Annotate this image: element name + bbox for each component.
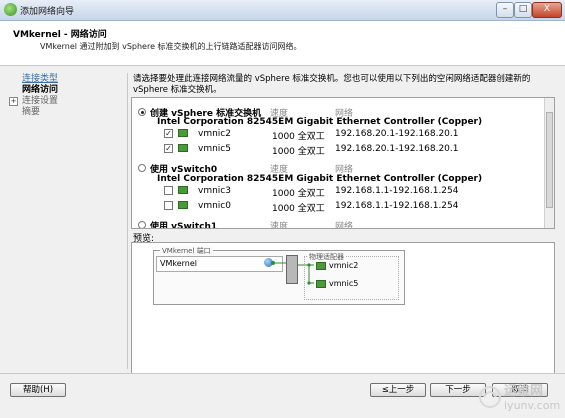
nic-name: vmnic3	[198, 186, 231, 196]
nav-item-network-access[interactable]: 网络访问	[22, 85, 58, 96]
title-bar: 添加网络向导 – □ X	[0, 0, 565, 21]
nic-name: vmnic5	[198, 144, 231, 154]
expand-icon[interactable]: +	[9, 97, 18, 106]
nic-speed: 1000 全双工	[272, 189, 325, 199]
nic-icon	[178, 144, 188, 152]
window-title: 添加网络向导	[20, 7, 75, 17]
close-button[interactable]: X	[532, 2, 562, 18]
adapter-name: Intel Corporation 82545EM Gigabit Ethern…	[157, 117, 483, 127]
nic-network: 192.168.1.1-192.168.1.254	[335, 201, 459, 211]
nic-network: 192.168.20.1-192.168.20.1	[335, 129, 459, 139]
nic-name: vmnic2	[198, 129, 231, 139]
vmnic3-checkbox[interactable]	[164, 186, 173, 195]
switch-selection-panel[interactable]: 创建 vSphere 标准交换机 速度 网络 Intel Corporation…	[131, 97, 555, 229]
nic-speed: 1000 全双工	[272, 204, 325, 214]
nic-icon	[178, 186, 188, 194]
page-subtitle: VMkernel 通过附加到 vSphere 标准交换机的上行链路适配器访问网络…	[40, 42, 302, 51]
vswitch1-radio[interactable]	[138, 221, 146, 228]
nav-item-summary[interactable]: 摘要	[22, 107, 40, 118]
nic-icon	[316, 280, 326, 288]
vswitch0-radio[interactable]	[138, 164, 146, 172]
nic-speed: 1000 全双工	[272, 147, 325, 157]
speed-header: 速度	[270, 222, 289, 229]
physical-adapters-group: 物理适配器 vmnic2 vmnic5	[304, 252, 399, 300]
app-icon	[4, 3, 17, 16]
maximize-button[interactable]: □	[514, 2, 532, 18]
watermark-text: 运维网	[504, 384, 544, 399]
network-header: 网络	[335, 222, 354, 229]
switch-diagram: VMkernel 端口 VMkernel 物理适配器 vmnic2 vmnic5	[153, 246, 405, 305]
instructions-text: 请选择要处理此连接网络流量的 vSphere 标准交换机。您也可以使用以下列出的…	[133, 74, 531, 95]
help-button[interactable]: 帮助(H)	[10, 383, 66, 397]
scrollbar-thumb[interactable]	[546, 112, 553, 208]
nav-item-connection-settings[interactable]: 连接设置	[22, 96, 58, 107]
page-title: VMkernel - 网络访问	[13, 30, 107, 40]
watermark-url: iyunv.com	[504, 399, 561, 412]
adapter-name: Intel Corporation 82545EM Gigabit Ethern…	[157, 174, 483, 184]
nic-name: vmnic0	[198, 201, 231, 211]
nic-network: 192.168.1.1-192.168.1.254	[335, 186, 459, 196]
vmnic0-checkbox[interactable]	[164, 201, 173, 210]
preview-nic: vmnic5	[329, 279, 359, 288]
back-button[interactable]: ≤上一步	[370, 383, 426, 397]
nav-divider	[127, 73, 128, 369]
wizard-header: VMkernel - 网络访问 VMkernel 通过附加到 vSphere 标…	[0, 21, 565, 66]
footer-divider	[0, 373, 565, 374]
create-switch-radio[interactable]	[138, 108, 146, 116]
minimize-button[interactable]: –	[496, 2, 514, 18]
nic-icon	[316, 262, 326, 270]
nic-icon	[178, 201, 188, 209]
nic-speed: 1000 全双工	[272, 132, 325, 142]
vmnic5-checkbox[interactable]: ✓	[164, 144, 173, 153]
preview-panel: VMkernel 端口 VMkernel 物理适配器 vmnic2 vmnic5	[131, 242, 555, 374]
option-label: 使用 vSwitch1	[150, 222, 218, 229]
vswitch-bar	[286, 255, 298, 284]
nic-network: 192.168.20.1-192.168.20.1	[335, 144, 459, 154]
nic-icon	[178, 129, 188, 137]
nav-item-connection-type[interactable]: 连接类型	[22, 74, 58, 85]
site-watermark: 运维网 iyunv.com	[478, 377, 564, 417]
preview-nic: vmnic2	[329, 261, 359, 270]
vmnic2-checkbox[interactable]: ✓	[164, 129, 173, 138]
vertical-scrollbar[interactable]	[544, 98, 554, 228]
